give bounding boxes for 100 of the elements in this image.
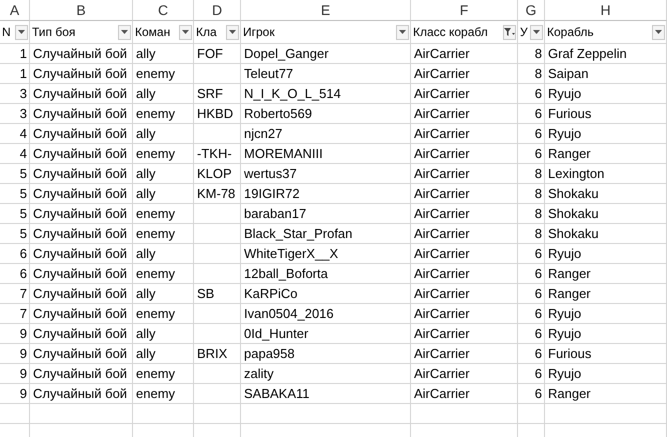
header-label: Корабль: [547, 25, 594, 39]
table-cell: 6: [0, 264, 30, 284]
table-cell: ally: [133, 44, 194, 64]
table-cell: 6: [518, 364, 545, 384]
table-cell: AirCarrier: [411, 144, 518, 164]
filter-button[interactable]: [15, 24, 28, 40]
table-cell: 19IGIR72: [241, 184, 411, 204]
table-cell: 5: [0, 164, 30, 184]
table-cell: Случайный бой: [30, 344, 133, 364]
table-cell: Случайный бой: [30, 324, 133, 344]
header-label: Игрок: [243, 25, 275, 39]
table-cell: [518, 404, 545, 424]
table-cell: AirCarrier: [411, 164, 518, 184]
column-header[interactable]: H: [545, 0, 667, 21]
table-cell: Случайный бой: [30, 304, 133, 324]
filter-button[interactable]: [396, 24, 409, 40]
column-header[interactable]: G: [518, 0, 545, 21]
table-cell: Случайный бой: [30, 384, 133, 404]
table-cell: 7: [0, 284, 30, 304]
table-cell: Roberto569: [241, 104, 411, 124]
table-cell: Ivan0504_2016: [241, 304, 411, 324]
table-cell: AirCarrier: [411, 284, 518, 304]
table-cell: Furious: [545, 104, 667, 124]
table-cell: wertus37: [241, 164, 411, 184]
table-cell: 4: [0, 124, 30, 144]
table-cell: ally: [133, 124, 194, 144]
table-cell: AirCarrier: [411, 104, 518, 124]
table-cell: [194, 124, 241, 144]
table-cell: papa958: [241, 344, 411, 364]
table-cell: 9: [0, 364, 30, 384]
active-filter-button[interactable]: [503, 24, 516, 40]
dropdown-arrow-icon: [399, 30, 406, 34]
column-header[interactable]: C: [133, 0, 194, 21]
table-cell: AirCarrier: [411, 384, 518, 404]
table-cell: Случайный бой: [30, 44, 133, 64]
table-cell: Случайный бой: [30, 264, 133, 284]
filter-button[interactable]: [226, 24, 239, 40]
table-cell: SRF: [194, 84, 241, 104]
funnel-icon: [504, 27, 515, 37]
table-cell: Shokaku: [545, 224, 667, 244]
table-cell: enemy: [133, 64, 194, 84]
table-cell: Случайный бой: [30, 164, 133, 184]
table-cell: 9: [0, 344, 30, 364]
column-header[interactable]: F: [411, 0, 518, 21]
table-cell: 6: [518, 104, 545, 124]
header-label: Класс корабл: [413, 25, 488, 39]
table-cell: 3: [0, 104, 30, 124]
table-cell: 8: [518, 224, 545, 244]
table-cell: Ranger: [545, 144, 667, 164]
table-cell: 5: [0, 224, 30, 244]
table-cell: 7: [0, 304, 30, 324]
table-cell: 5: [0, 184, 30, 204]
table-cell: Случайный бой: [30, 184, 133, 204]
table-cell: Shokaku: [545, 184, 667, 204]
table-cell: [194, 264, 241, 284]
table-cell: ally: [133, 284, 194, 304]
filter-button[interactable]: [530, 24, 543, 40]
table-cell: ally: [133, 244, 194, 264]
table-cell: KaRPiCo: [241, 284, 411, 304]
table-cell: [194, 404, 241, 424]
filter-button[interactable]: [118, 24, 131, 40]
table-cell: enemy: [133, 264, 194, 284]
table-cell: Ryujo: [545, 364, 667, 384]
table-cell: N_I_K_O_L_514: [241, 84, 411, 104]
table-cell: 5: [0, 204, 30, 224]
table-cell: Случайный бой: [30, 124, 133, 144]
filter-button[interactable]: [652, 24, 665, 40]
header-label: Тип боя: [32, 25, 76, 39]
table-cell: enemy: [133, 144, 194, 164]
table-cell: AirCarrier: [411, 44, 518, 64]
table-cell: SB: [194, 284, 241, 304]
table-cell: Случайный бой: [30, 284, 133, 304]
table-cell: AirCarrier: [411, 204, 518, 224]
table-cell: SABAKA11: [241, 384, 411, 404]
table-cell: 4: [0, 144, 30, 164]
table-cell: 6: [518, 304, 545, 324]
table-cell: zality: [241, 364, 411, 384]
table-cell: enemy: [133, 104, 194, 124]
table-cell: [194, 224, 241, 244]
column-header[interactable]: A: [0, 0, 30, 21]
table-cell: 3: [0, 84, 30, 104]
table-cell: AirCarrier: [411, 344, 518, 364]
table-cell: AirCarrier: [411, 244, 518, 264]
table-cell: Случайный бой: [30, 144, 133, 164]
table-cell: 8: [518, 64, 545, 84]
table-cell: Случайный бой: [30, 204, 133, 224]
filter-button[interactable]: [179, 24, 192, 40]
column-header[interactable]: D: [194, 0, 241, 21]
table-cell: enemy: [133, 364, 194, 384]
table-cell: 6: [0, 244, 30, 264]
header-label: Кла: [196, 25, 217, 39]
table-cell: 6: [518, 144, 545, 164]
column-header[interactable]: B: [30, 0, 133, 21]
dropdown-arrow-icon: [229, 30, 236, 34]
table-cell: Случайный бой: [30, 84, 133, 104]
table-cell: ally: [133, 84, 194, 104]
column-header[interactable]: E: [241, 0, 411, 21]
dropdown-arrow-icon: [655, 30, 662, 34]
table-cell: Ryujo: [545, 124, 667, 144]
table-cell: ally: [133, 344, 194, 364]
